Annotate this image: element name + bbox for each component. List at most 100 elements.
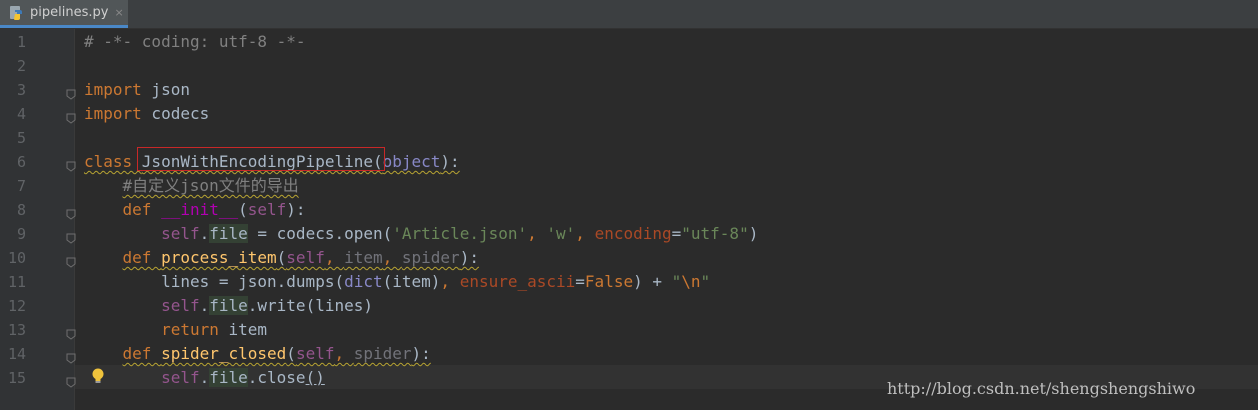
code-token: ensure_ascii	[459, 272, 576, 291]
fold-marker-icon[interactable]	[66, 109, 76, 124]
code-token: self	[247, 200, 287, 219]
line-number: 10	[7, 249, 26, 267]
code-token: .write(lines)	[247, 296, 373, 315]
line-number: 3	[16, 81, 26, 99]
tab-pipelines-py[interactable]: pipelines.py ×	[0, 0, 128, 28]
code-token: self	[161, 224, 200, 243]
code-token: ) +	[633, 272, 672, 291]
code-text: def spider_closed(self, spider):	[84, 342, 431, 366]
line-number: 2	[16, 57, 26, 75]
line-number: 1	[16, 33, 26, 51]
line-number: 7	[16, 177, 26, 195]
code-token: #自定义json文件的导出	[122, 176, 299, 195]
code-text: import codecs	[84, 102, 209, 126]
code-token: 'w'	[546, 224, 576, 243]
code-token: item	[344, 248, 383, 267]
code-token: self	[286, 248, 325, 267]
line-number: 14	[7, 345, 26, 363]
line-number: 15	[7, 369, 26, 387]
close-icon[interactable]: ×	[114, 6, 123, 19]
code-token: dict	[344, 272, 383, 291]
fold-marker-icon[interactable]	[66, 373, 76, 388]
code-line[interactable]: 3 import json	[0, 78, 1258, 102]
code-text: def process_item(self, item, spider):	[84, 246, 479, 270]
code-token: 'Article.json'	[392, 224, 528, 243]
code-token: (	[276, 248, 287, 267]
code-line[interactable]: 12 self.file.write(lines)	[0, 294, 1258, 318]
fold-marker-icon[interactable]	[66, 229, 76, 244]
code-line[interactable]: 2	[0, 54, 1258, 78]
code-line[interactable]: 10 def process_item(self, item, spider):	[0, 246, 1258, 270]
code-token: import	[84, 80, 142, 99]
code-token: ):	[459, 248, 479, 267]
code-token: ,	[324, 248, 345, 267]
code-line[interactable]: 11 lines = json.dumps(dict(item), ensure…	[0, 270, 1258, 294]
code-token: (item)	[382, 272, 441, 291]
code-line[interactable]: 7 #自定义json文件的导出	[0, 174, 1258, 198]
code-text: self.file.write(lines)	[84, 294, 373, 318]
annotation-highlight-box	[137, 147, 385, 171]
code-token: \n	[681, 272, 701, 291]
code-token: spider	[401, 248, 460, 267]
code-token: "	[700, 272, 711, 291]
line-number: 4	[16, 105, 26, 123]
code-token: def	[122, 200, 162, 219]
code-token: file	[209, 368, 248, 387]
code-line[interactable]: 8 def __init__(self):	[0, 198, 1258, 222]
code-token: "utf-8"	[681, 224, 749, 243]
code-text: # -*- coding: utf-8 -*-	[84, 30, 306, 54]
code-token: ):	[286, 200, 306, 219]
code-text: self.file = codecs.open('Article.json', …	[84, 222, 758, 246]
code-text: return item	[84, 318, 267, 342]
code-line[interactable]: 9 self.file = codecs.open('Article.json'…	[0, 222, 1258, 246]
line-number: 11	[7, 273, 26, 291]
lightbulb-icon[interactable]	[91, 367, 105, 385]
code-token: ):	[411, 344, 431, 363]
line-number: 6	[16, 153, 26, 171]
fold-marker-icon[interactable]	[66, 205, 76, 220]
code-token: ()	[305, 368, 325, 387]
code-token: spider	[353, 344, 412, 363]
code-token: lines = json.dumps(	[84, 272, 345, 291]
code-token: spider_closed	[161, 344, 287, 363]
code-token: def	[122, 248, 162, 267]
code-token: False	[584, 272, 634, 291]
code-token: =	[575, 272, 585, 291]
code-token: import	[84, 104, 142, 123]
code-token: file	[209, 296, 248, 315]
line-number: 9	[16, 225, 26, 243]
code-line[interactable]: 1 # -*- coding: utf-8 -*-	[0, 30, 1258, 54]
code-token: codecs	[141, 104, 210, 123]
code-text: import json	[84, 78, 190, 102]
code-token: ,	[575, 224, 595, 243]
fold-marker-icon[interactable]	[66, 253, 76, 268]
fold-marker-icon[interactable]	[66, 349, 76, 364]
fold-marker-icon[interactable]	[66, 325, 76, 340]
code-token: )	[748, 224, 759, 243]
line-number: 5	[16, 129, 26, 147]
code-token: "	[671, 272, 682, 291]
fold-marker-icon[interactable]	[66, 85, 76, 100]
code-token: =	[671, 224, 682, 243]
code-line[interactable]: 13 return item	[0, 318, 1258, 342]
code-token: ,	[334, 344, 354, 363]
code-token: (	[238, 200, 248, 219]
code-line[interactable]: 4 import codecs	[0, 102, 1258, 126]
code-token: self	[161, 296, 200, 315]
editor-tab-bar: pipelines.py ×	[0, 0, 1258, 29]
code-token: .	[199, 368, 210, 387]
fold-marker-icon[interactable]	[66, 157, 76, 172]
code-token: .	[199, 224, 210, 243]
code-line[interactable]: 14 def spider_closed(self, spider):	[0, 342, 1258, 366]
code-token: process_item	[161, 248, 277, 267]
code-token: self	[161, 368, 200, 387]
tab-label: pipelines.py	[30, 5, 109, 20]
code-token: (	[286, 344, 296, 363]
code-token: .	[199, 296, 210, 315]
